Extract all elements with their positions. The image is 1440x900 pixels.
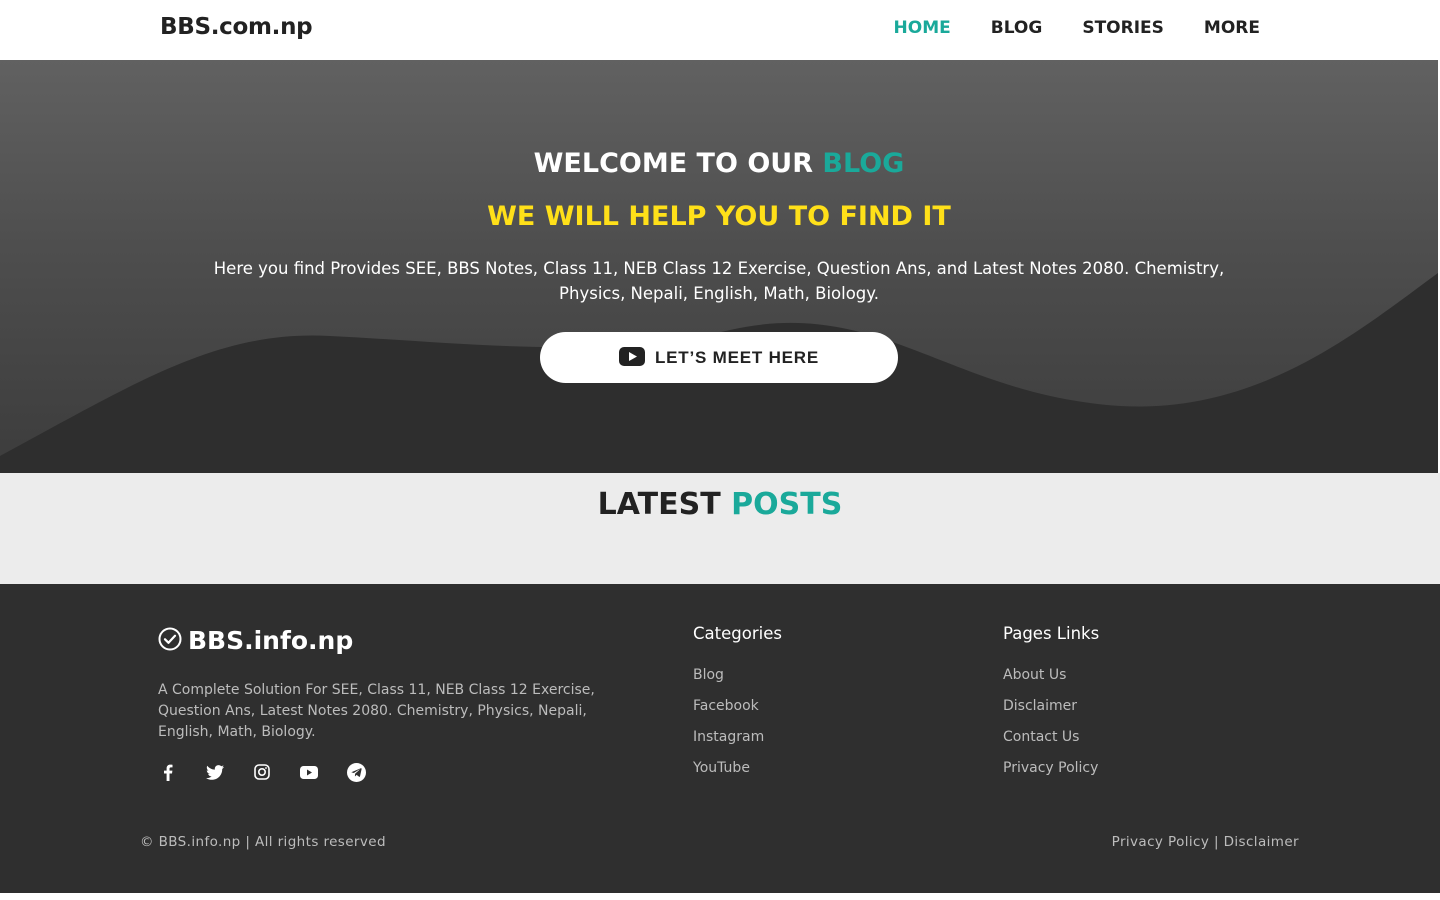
page-link-contact-us[interactable]: Contact Us <box>1003 727 1099 758</box>
footer-about-text: A Complete Solution For SEE, Class 11, N… <box>158 682 595 740</box>
main-nav: HOME BLOG STORIES MORE <box>894 18 1260 38</box>
copyright-text: © BBS.info.np | All rights reserved <box>140 834 386 850</box>
telegram-icon[interactable] <box>346 762 366 782</box>
categories-heading: Categories <box>693 624 782 643</box>
hero-title-prefix: WELCOME TO OUR <box>533 148 813 179</box>
category-link-blog[interactable]: Blog <box>693 665 782 696</box>
lets-meet-button[interactable]: LET’S MEET HERE <box>540 332 898 383</box>
hero-title: WELCOME TO OUR BLOG <box>0 148 1438 179</box>
youtube-icon <box>618 346 645 369</box>
footer-brand[interactable]: BBS.info.np <box>158 626 353 655</box>
hero-description: Here you find Provides SEE, BBS Notes, C… <box>213 259 1225 303</box>
youtube-icon[interactable] <box>299 762 319 782</box>
hero-section: WELCOME TO OUR BLOG WE WILL HELP YOU TO … <box>0 60 1438 473</box>
site-header: BBS.com.np HOME BLOG STORIES MORE <box>0 0 1440 60</box>
footer-pages-links: Pages Links About Us Disclaimer Contact … <box>1003 624 1099 789</box>
footer-bottom-links: Privacy Policy | Disclaimer <box>1112 834 1299 850</box>
lets-meet-button-label: LET’S MEET HERE <box>654 347 820 367</box>
hero-title-accent: BLOG <box>822 148 905 179</box>
footer-categories: Categories Blog Facebook Instagram YouTu… <box>693 624 782 789</box>
latest-posts-title: LATEST POSTS <box>0 487 1440 522</box>
footer-social-links <box>158 762 366 782</box>
page-link-privacy-policy[interactable]: Privacy Policy <box>1003 758 1099 789</box>
pages-links-heading: Pages Links <box>1003 624 1100 643</box>
category-link-instagram[interactable]: Instagram <box>693 727 782 758</box>
page-link-about-us[interactable]: About Us <box>1003 665 1099 696</box>
twitter-icon[interactable] <box>205 762 225 782</box>
page-link-disclaimer[interactable]: Disclaimer <box>1003 696 1099 727</box>
instagram-icon[interactable] <box>252 762 272 782</box>
latest-title-accent: POSTS <box>731 487 843 522</box>
nav-stories[interactable]: STORIES <box>1082 18 1164 38</box>
bottom-link-separator: | <box>1213 834 1219 850</box>
bottom-link-privacy-policy[interactable]: Privacy Policy <box>1112 834 1210 850</box>
category-link-youtube[interactable]: YouTube <box>693 758 782 789</box>
facebook-icon[interactable] <box>158 762 178 782</box>
nav-blog[interactable]: BLOG <box>991 18 1043 38</box>
footer-brand-name: BBS.info.np <box>188 626 354 655</box>
latest-title-prefix: LATEST <box>597 487 721 522</box>
site-logo[interactable]: BBS.com.np <box>160 14 313 40</box>
nav-more[interactable]: MORE <box>1204 18 1260 38</box>
bottom-link-disclaimer[interactable]: Disclaimer <box>1224 834 1299 850</box>
site-footer: BBS.info.np A Complete Solution For SEE,… <box>0 584 1440 893</box>
latest-posts-section: LATEST POSTS <box>0 473 1440 584</box>
category-link-facebook[interactable]: Facebook <box>693 696 782 727</box>
hero-subtitle: WE WILL HELP YOU TO FIND IT <box>487 201 951 232</box>
check-circle-icon <box>158 627 182 655</box>
nav-home[interactable]: HOME <box>894 18 951 38</box>
